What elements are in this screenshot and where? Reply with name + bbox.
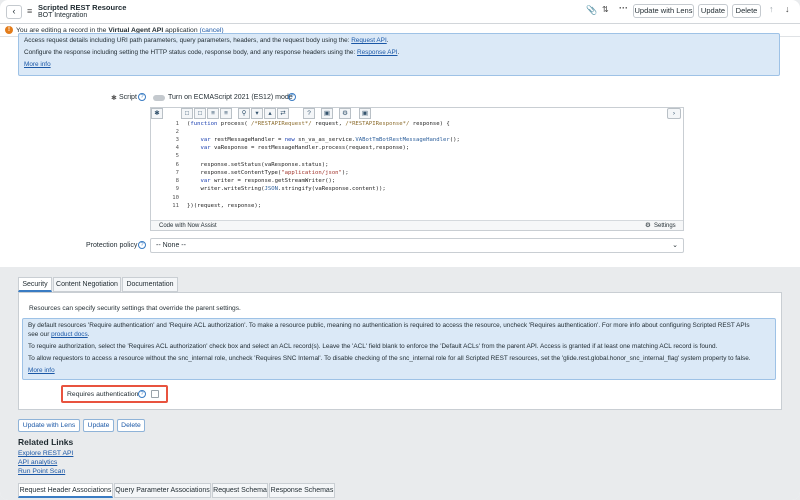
- code-line: (function process( /*RESTAPIRequest*/ re…: [187, 121, 450, 127]
- outdent-icon[interactable]: ≡: [220, 108, 232, 119]
- save-icon[interactable]: ▣: [359, 108, 371, 119]
- run-point-scan-link[interactable]: Run Point Scan: [18, 468, 65, 475]
- update-with-lens-button[interactable]: Update with Lens: [633, 4, 694, 18]
- info-line-1: Access request details including URI pat…: [24, 37, 350, 44]
- editor-footer: Code with Now Assist ⚙ Settings: [151, 220, 683, 230]
- tab-request-schema[interactable]: Request Schema: [212, 483, 268, 498]
- related-links-title: Related Links: [18, 437, 74, 447]
- help-icon[interactable]: ?: [138, 241, 146, 249]
- previous-record-icon[interactable]: ↑: [769, 4, 774, 14]
- info-line-2: Configure the response including setting…: [24, 49, 356, 56]
- code-line: var writer = response.getStreamWriter();: [200, 178, 336, 184]
- menu-icon[interactable]: ≡: [27, 6, 32, 16]
- find-icon[interactable]: ⚲: [238, 108, 250, 119]
- chevron-down-icon: ⌄: [672, 242, 678, 249]
- delete-button[interactable]: Delete: [732, 4, 761, 18]
- security-intro: Resources can specify security settings …: [29, 305, 241, 312]
- record-type-title: Scripted REST Resource: [38, 3, 127, 12]
- replace-icon[interactable]: ⇄: [277, 108, 289, 119]
- app-frame: ‹ ≡ Scripted REST Resource BOT Integrati…: [0, 0, 800, 500]
- tab-documentation[interactable]: Documentation: [122, 277, 178, 292]
- help-icon[interactable]: ?: [303, 108, 315, 119]
- code-line: response.setContentType("application/jso…: [187, 170, 349, 176]
- find-previous-icon[interactable]: ▴: [264, 108, 276, 119]
- now-assist-label[interactable]: Code with Now Assist: [159, 221, 217, 231]
- next-record-icon[interactable]: ↓: [785, 4, 790, 14]
- bottom-delete-button[interactable]: Delete: [117, 419, 145, 432]
- security-info-box: By default resources 'Require authentica…: [22, 318, 776, 380]
- mandatory-star: ✱: [111, 95, 117, 102]
- product-docs-link[interactable]: product docs: [51, 331, 88, 338]
- tab-request-header-associations[interactable]: Request Header Associations: [18, 483, 113, 498]
- code-area[interactable]: 1 2 3 4 5 6 7 8 9 10 11 (function proces…: [151, 119, 685, 221]
- tab-content-negotiation[interactable]: Content Negotiation: [53, 277, 121, 292]
- code-line: var restMessageHandler = new sn_va_as_se…: [200, 137, 460, 143]
- help-icon[interactable]: ?: [288, 93, 296, 101]
- protection-policy-label: Protection policy: [86, 242, 138, 249]
- uncomment-icon[interactable]: □: [194, 108, 206, 119]
- code-line: response.setStatus(vaResponse.status);: [187, 162, 329, 168]
- code-line: writer.writeString(JSON.stringify(vaResp…: [187, 186, 386, 192]
- help-icon[interactable]: ?: [138, 390, 146, 398]
- protection-policy-value: -- None --: [156, 242, 186, 249]
- form-body: Access request details including URI pat…: [0, 33, 800, 500]
- script-editor[interactable]: ✱ □ □ ≡ ≡ ⚲ ▾ ▴ ⇄ ? ▣ ⚙ ▣ › 1 2 3 4 5 6: [150, 107, 684, 231]
- security-para-1b: see our: [28, 331, 50, 338]
- security-para-3: To allow requestors to access a resource…: [28, 355, 751, 362]
- requires-auth-checkbox[interactable]: [151, 390, 159, 398]
- record-name: BOT Integration: [38, 12, 88, 19]
- tab-security[interactable]: Security: [18, 277, 52, 292]
- script-label: Script: [119, 94, 137, 101]
- protection-policy-select[interactable]: -- None -- ⌄: [150, 238, 684, 253]
- settings-icon[interactable]: ⚙: [645, 221, 651, 231]
- activity-icon[interactable]: ⇅: [602, 5, 609, 14]
- help-icon[interactable]: ?: [138, 93, 146, 101]
- script-debugger-icon[interactable]: ⚙: [339, 108, 351, 119]
- es12-toggle[interactable]: [153, 95, 165, 101]
- comment-icon[interactable]: □: [181, 108, 193, 119]
- code-line: })(request, response);: [187, 203, 262, 209]
- code-line: var vaResponse = restMessageHandler.proc…: [200, 145, 410, 151]
- back-button[interactable]: ‹: [6, 5, 22, 19]
- find-next-icon[interactable]: ▾: [251, 108, 263, 119]
- settings-button[interactable]: Settings: [654, 221, 676, 231]
- security-para-1: By default resources 'Require authentica…: [28, 322, 750, 329]
- es12-toggle-label: Turn on ECMAScript 2021 (ES12) mode: [168, 94, 293, 101]
- security-para-2: To require authorization, select the 'Re…: [28, 343, 718, 350]
- warning-icon: !: [5, 26, 13, 34]
- tab-query-parameter-associations[interactable]: Query Parameter Associations: [114, 483, 211, 498]
- form-header: ‹ ≡ Scripted REST Resource BOT Integrati…: [0, 0, 800, 24]
- attachment-icon[interactable]: 📎: [586, 5, 597, 16]
- format-code-icon[interactable]: ✱: [151, 108, 163, 119]
- more-info-link[interactable]: More info: [24, 61, 51, 68]
- request-api-link[interactable]: Request API: [351, 37, 387, 44]
- more-options-icon[interactable]: ···: [619, 3, 628, 13]
- fullscreen-icon[interactable]: ▣: [321, 108, 333, 119]
- tab-response-schemas[interactable]: Response Schemas: [269, 483, 335, 498]
- api-info-box: Access request details including URI pat…: [18, 33, 780, 76]
- bottom-update-with-lens-button[interactable]: Update with Lens: [18, 419, 80, 432]
- bottom-update-button[interactable]: Update: [83, 419, 114, 432]
- update-button[interactable]: Update: [698, 4, 728, 18]
- security-more-info-link[interactable]: More info: [28, 367, 55, 374]
- requires-auth-label: Requires authentication: [67, 391, 139, 398]
- expand-toolbar-icon[interactable]: ›: [667, 108, 681, 119]
- response-api-link[interactable]: Response API: [357, 49, 398, 56]
- api-analytics-link[interactable]: API analytics: [18, 459, 57, 466]
- explore-rest-api-link[interactable]: Explore REST API: [18, 450, 73, 457]
- indent-icon[interactable]: ≡: [207, 108, 219, 119]
